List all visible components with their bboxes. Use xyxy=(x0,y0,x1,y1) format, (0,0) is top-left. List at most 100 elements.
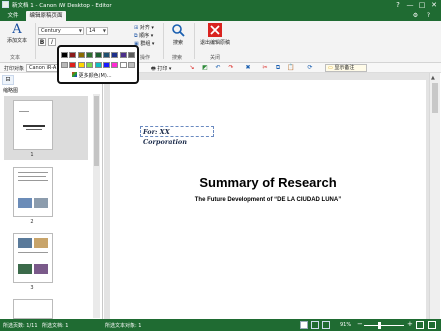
color-swatch[interactable] xyxy=(111,52,119,58)
help-button[interactable]: ? xyxy=(392,0,404,10)
app-icon xyxy=(2,1,9,8)
annotation-icon[interactable]: ↘ xyxy=(188,64,196,72)
thumbnail-image xyxy=(34,238,48,248)
group-label-close: 关闭 xyxy=(210,55,221,61)
zoom-in-icon[interactable]: + xyxy=(407,320,413,328)
chevron-down-icon: ▼ xyxy=(102,28,106,33)
annotation-textbox[interactable]: For: XX Corporation xyxy=(140,126,214,146)
zoom-slider[interactable] xyxy=(364,325,404,326)
redo-icon[interactable]: ↷ xyxy=(227,64,235,72)
view-two-page-icon[interactable] xyxy=(311,321,319,329)
color-swatch[interactable] xyxy=(94,62,102,68)
settings-icon[interactable]: ⚙ xyxy=(412,12,419,19)
fit-page-icon[interactable] xyxy=(416,321,424,329)
group-label: 群组 xyxy=(140,41,151,47)
fit-width-icon[interactable] xyxy=(428,321,436,329)
maximize-button[interactable]: □ xyxy=(416,0,428,10)
view-single-page-icon[interactable] xyxy=(300,321,308,329)
ribbon-tab-bar: 文件 编辑原稿页面 ⚙ ? xyxy=(0,10,441,21)
italic-button[interactable]: I xyxy=(48,38,56,46)
more-colors-link[interactable]: 更多颜色(M)... xyxy=(72,72,112,79)
printer-value: Canon iR-A xyxy=(29,65,57,71)
color-swatch[interactable] xyxy=(119,62,127,68)
color-swatch[interactable] xyxy=(77,52,85,58)
add-text-label: 添加文本 xyxy=(6,38,27,44)
tab-edit-original[interactable]: 编辑原稿页面 xyxy=(26,11,66,21)
color-swatch[interactable] xyxy=(69,62,77,68)
help-icon[interactable]: ? xyxy=(425,12,432,19)
color-picker-popup: 更多颜色(M)... xyxy=(57,45,139,84)
search-button[interactable]: 搜索 xyxy=(167,23,189,46)
thumbnail-text-line xyxy=(18,180,48,181)
thumbnail-tab-label: 缩略图 xyxy=(3,88,19,94)
align-label: 对齐 xyxy=(139,25,150,31)
page-thumbnail-1[interactable] xyxy=(13,100,53,150)
exit-edit-button[interactable]: 退出编辑原稿 xyxy=(198,23,232,46)
title-bar: 新文档 1 - Canon iW Desktop - Editor ? — □ … xyxy=(0,0,441,10)
document-scrollbar-thumb[interactable] xyxy=(432,83,438,113)
document-scrollbar[interactable]: ▲ xyxy=(429,73,440,319)
tab-file[interactable]: 文件 xyxy=(2,11,24,21)
zoom-out-icon[interactable]: − xyxy=(357,320,363,328)
undo-icon[interactable]: ↶ xyxy=(214,64,222,72)
color-swatch[interactable] xyxy=(86,52,94,58)
view-continuous-icon[interactable] xyxy=(322,321,330,329)
stamp-icon[interactable]: ◩ xyxy=(201,64,209,72)
color-swatch[interactable] xyxy=(111,62,119,68)
rotate-icon[interactable]: ⟳ xyxy=(306,64,314,72)
font-size-select[interactable]: 14 ▼ xyxy=(86,27,108,35)
bold-button[interactable]: B xyxy=(38,38,46,46)
ribbon-separator xyxy=(194,23,195,59)
minimize-button[interactable]: — xyxy=(404,0,416,10)
font-size-value: 14 xyxy=(89,28,96,34)
show-annotation-toggle[interactable]: ▭ 显示备注 xyxy=(325,64,367,72)
color-swatch[interactable] xyxy=(94,52,102,58)
chevron-down-icon: ▼ xyxy=(78,28,82,33)
close-window-button[interactable]: ✕ xyxy=(428,0,440,10)
thumbnail-image xyxy=(18,198,32,208)
copy-icon[interactable]: ⧉ xyxy=(274,64,282,72)
thumbnail-tab-icon[interactable]: ⊟ xyxy=(2,75,14,85)
page-thumbnail-4[interactable] xyxy=(13,299,53,319)
printer-select[interactable]: Canon iR-A xyxy=(26,64,58,72)
order-button[interactable]: ⧉ 顺序 ▾ xyxy=(134,32,153,40)
cut-icon[interactable]: ✂ xyxy=(261,64,269,72)
delete-icon[interactable]: ✖ xyxy=(244,64,252,72)
status-bar: 所选页数: 1/11 所选文档: 1 所选文本对象: 1 91% − + xyxy=(0,319,441,331)
add-text-icon: A xyxy=(12,22,22,37)
page-thumbnail-3[interactable] xyxy=(13,233,53,283)
color-swatch[interactable] xyxy=(103,52,110,58)
page-number: 1 xyxy=(30,152,34,158)
color-swatch[interactable] xyxy=(119,52,127,58)
thumbnail-scrollbar-thumb[interactable] xyxy=(94,96,99,166)
palette-icon xyxy=(72,72,77,77)
thumbnail-annotation-line xyxy=(19,111,29,112)
align-button[interactable]: ⊞ 对齐 ▾ xyxy=(134,24,154,32)
color-swatch[interactable] xyxy=(77,62,85,68)
zoom-level: 91% xyxy=(340,322,352,328)
paste-icon[interactable]: 📋 xyxy=(287,64,295,72)
print-label: 打印 xyxy=(157,66,168,72)
close-icon xyxy=(208,23,222,37)
font-name-select[interactable]: Century ▼ xyxy=(38,27,84,35)
page-thumbnail-2[interactable] xyxy=(13,167,53,217)
thumbnail-text-line xyxy=(18,176,46,177)
color-swatch[interactable] xyxy=(86,62,94,68)
chevron-up-icon[interactable]: ▲ xyxy=(431,75,435,81)
thumbnail-image xyxy=(34,198,48,208)
color-swatch[interactable] xyxy=(103,62,110,68)
zoom-slider-handle[interactable] xyxy=(378,322,381,329)
color-swatch[interactable] xyxy=(61,62,68,68)
note-icon: ▭ xyxy=(328,65,333,71)
color-swatch[interactable] xyxy=(61,52,68,58)
color-swatch[interactable] xyxy=(128,62,136,68)
order-label: 顺序 xyxy=(139,33,150,39)
color-swatch[interactable] xyxy=(128,52,136,58)
color-swatch[interactable] xyxy=(69,52,77,58)
thumbnail-image xyxy=(18,238,32,248)
thumbnail-title-line xyxy=(23,125,45,127)
font-name-value: Century xyxy=(41,28,61,34)
more-colors-label: 更多颜色(M)... xyxy=(78,73,112,79)
add-text-button[interactable]: A 添加文本 xyxy=(4,22,30,45)
group-label-edit: 操作 xyxy=(140,55,151,61)
